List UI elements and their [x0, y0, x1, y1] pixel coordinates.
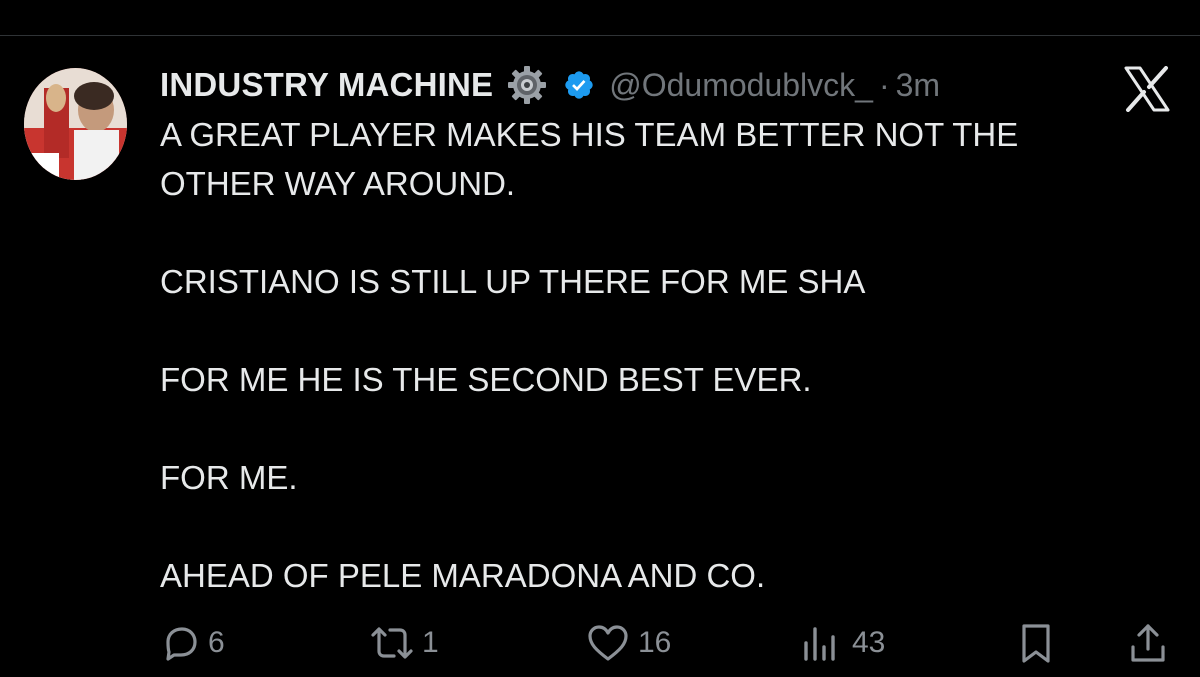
display-name[interactable]: INDUSTRY MACHINE	[160, 66, 493, 104]
verified-badge-icon[interactable]	[563, 69, 595, 101]
tweet-line: OTHER WAY AROUND.	[160, 165, 516, 202]
timestamp[interactable]: 3m	[896, 67, 940, 104]
avatar-image	[24, 68, 127, 180]
share-icon	[1128, 621, 1168, 665]
share-button[interactable]	[1128, 615, 1168, 670]
action-bar: 6 1 16 43	[160, 615, 1180, 670]
gear-icon	[505, 63, 549, 107]
tweet-line: FOR ME HE IS THE SECOND BEST EVER.	[160, 361, 812, 398]
reply-count: 6	[208, 625, 225, 659]
tweet-body: A GREAT PLAYER MAKES HIS TEAM BETTER NOT…	[160, 110, 1160, 600]
bookmark-button[interactable]	[1016, 615, 1056, 670]
views-icon	[800, 623, 844, 663]
tweet-line: FOR ME.	[160, 459, 298, 496]
bookmark-icon	[1016, 621, 1056, 665]
handle[interactable]: @Odumodublvck_	[609, 67, 873, 104]
reply-icon	[160, 623, 200, 663]
tweet-header: INDUSTRY MACHINE @Odumodublvck_ · 3m	[160, 62, 940, 108]
like-button[interactable]: 16	[586, 615, 671, 670]
repost-count: 1	[422, 625, 439, 659]
reply-button[interactable]: 6	[160, 615, 225, 670]
repost-icon	[370, 623, 414, 663]
separator-dot: ·	[878, 66, 890, 103]
avatar[interactable]	[24, 68, 127, 180]
repost-button[interactable]: 1	[370, 615, 439, 670]
x-logo-icon	[1122, 66, 1172, 112]
tweet-line: A GREAT PLAYER MAKES HIS TEAM BETTER NOT…	[160, 116, 1019, 153]
like-count: 16	[638, 625, 672, 659]
tweet-line: CRISTIANO IS STILL UP THERE FOR ME SHA	[160, 263, 866, 300]
heart-icon	[586, 623, 630, 663]
tweet-line: AHEAD OF PELE MARADONA AND CO.	[160, 557, 766, 594]
views-count: 43	[852, 625, 886, 659]
top-divider	[0, 35, 1200, 36]
views-button[interactable]: 43	[800, 615, 885, 670]
